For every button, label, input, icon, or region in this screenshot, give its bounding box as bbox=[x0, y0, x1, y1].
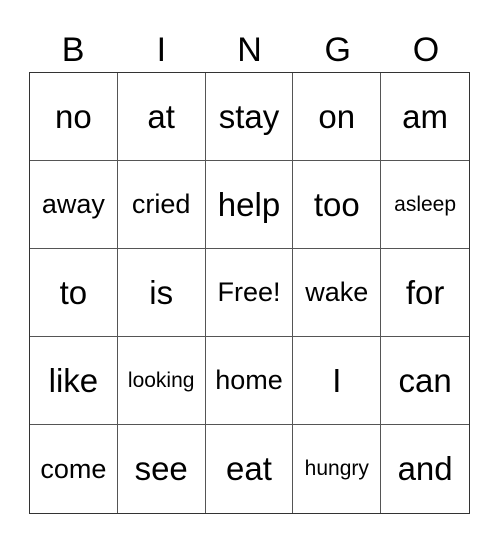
bingo-cell: help bbox=[205, 161, 294, 249]
header-letter-b: B bbox=[61, 31, 85, 69]
bingo-cell: looking bbox=[117, 337, 206, 425]
header-letter-i: I bbox=[156, 31, 167, 69]
bingo-cell: asleep bbox=[381, 161, 469, 249]
bingo-cell: at bbox=[117, 73, 206, 161]
bingo-cell: home bbox=[205, 337, 294, 425]
bingo-header: B I N G O bbox=[29, 28, 470, 72]
header-letter-o: O bbox=[412, 31, 440, 69]
header-letter-n: N bbox=[237, 31, 262, 69]
bingo-card: no at stay on am away cried help too asl… bbox=[29, 72, 470, 514]
bingo-cell: I bbox=[293, 337, 382, 425]
bingo-cell: no bbox=[30, 73, 118, 161]
bingo-cell: on bbox=[293, 73, 382, 161]
bingo-cell: to bbox=[30, 249, 118, 337]
bingo-cell: am bbox=[381, 73, 469, 161]
bingo-cell: see bbox=[118, 425, 206, 513]
bingo-cell: eat bbox=[206, 425, 294, 513]
bingo-cell: for bbox=[381, 249, 469, 337]
bingo-cell: stay bbox=[205, 73, 294, 161]
bingo-cell: away bbox=[30, 161, 118, 249]
header-letter-g: G bbox=[324, 31, 351, 69]
bingo-cell: and bbox=[397, 450, 453, 487]
bingo-cell: like bbox=[30, 337, 118, 425]
bingo-cell: come bbox=[30, 425, 118, 513]
bingo-cell: wake bbox=[293, 249, 382, 337]
bingo-cell: hungry bbox=[293, 425, 382, 513]
free-space-cell: Free! bbox=[205, 249, 294, 337]
bingo-cell: is bbox=[117, 249, 206, 337]
bingo-cell: cried bbox=[117, 161, 206, 249]
bingo-cell: too bbox=[293, 161, 382, 249]
bingo-cell: can bbox=[381, 337, 469, 425]
